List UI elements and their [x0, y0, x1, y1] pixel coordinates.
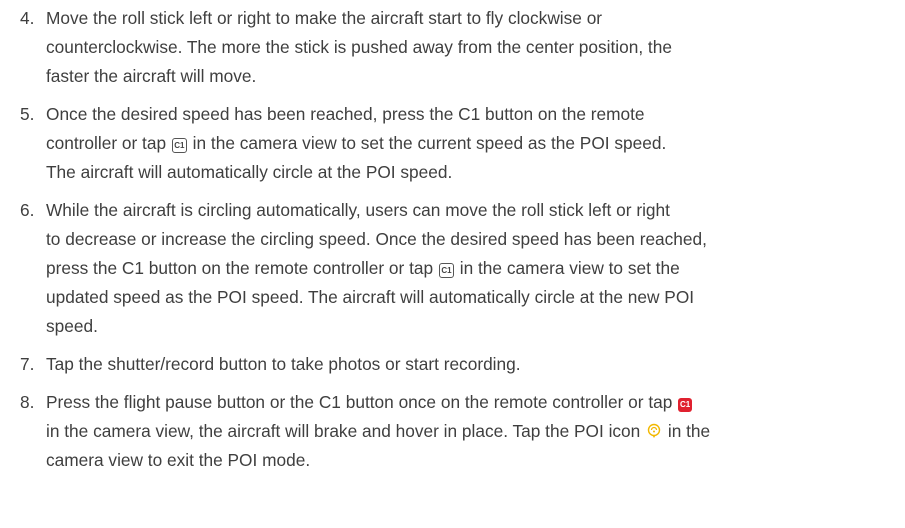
step-number: 4. — [20, 8, 35, 28]
c1-button-icon: C1 — [438, 263, 454, 278]
step-text-line: Once the desired speed has been reached,… — [46, 104, 645, 124]
step-7: 7. Tap the shutter/record button to take… — [20, 350, 900, 379]
step-text-line: Press the flight pause button or the C1 … — [46, 388, 900, 417]
step-text-line: speed. — [46, 316, 98, 336]
step-number: 5. — [20, 104, 35, 124]
step-text-line: to decrease or increase the circling spe… — [46, 229, 707, 249]
step-text-line: Move the roll stick left or right to mak… — [46, 8, 603, 28]
step-number: 8. — [20, 392, 35, 412]
step-number: 7. — [20, 354, 35, 374]
step-text-line: Tap the shutter/record button to take ph… — [46, 354, 521, 374]
text-fragment: Press the flight pause button or the C1 … — [46, 392, 678, 412]
step-text-line: While the aircraft is circling automatic… — [46, 200, 670, 220]
step-number: 6. — [20, 200, 35, 220]
text-fragment: press the C1 button on the remote contro… — [46, 258, 438, 278]
text-fragment: controller or tap — [46, 133, 171, 153]
manual-page: 4. Move the roll stick left or right to … — [20, 4, 900, 484]
step-4: 4. Move the roll stick left or right to … — [20, 4, 900, 91]
step-text-line: counterclockwise. The more the stick is … — [46, 37, 672, 57]
text-fragment: in the — [663, 421, 711, 441]
poi-icon — [647, 423, 661, 438]
text-fragment: in the camera view, the aircraft will br… — [46, 421, 646, 441]
step-5: 5. Once the desired speed has been reach… — [20, 100, 900, 187]
step-text-line: faster the aircraft will move. — [46, 66, 257, 86]
step-text-line: press the C1 button on the remote contro… — [46, 254, 900, 283]
text-fragment: in the camera view to set the current sp… — [187, 133, 667, 153]
step-text-line: in the camera view, the aircraft will br… — [46, 417, 900, 446]
text-fragment: in the camera view to set the — [454, 258, 680, 278]
step-8: 8. Press the flight pause button or the … — [20, 388, 900, 475]
c1-button-icon: C1 — [171, 138, 187, 153]
step-text-line: controller or tap C1 in the camera view … — [46, 129, 900, 158]
step-text-line: camera view to exit the POI mode. — [46, 450, 311, 470]
step-6: 6. While the aircraft is circling automa… — [20, 196, 900, 341]
step-text-line: The aircraft will automatically circle a… — [46, 162, 453, 182]
step-text-line: updated speed as the POI speed. The airc… — [46, 287, 695, 307]
c1-active-icon: C1 — [678, 398, 693, 412]
